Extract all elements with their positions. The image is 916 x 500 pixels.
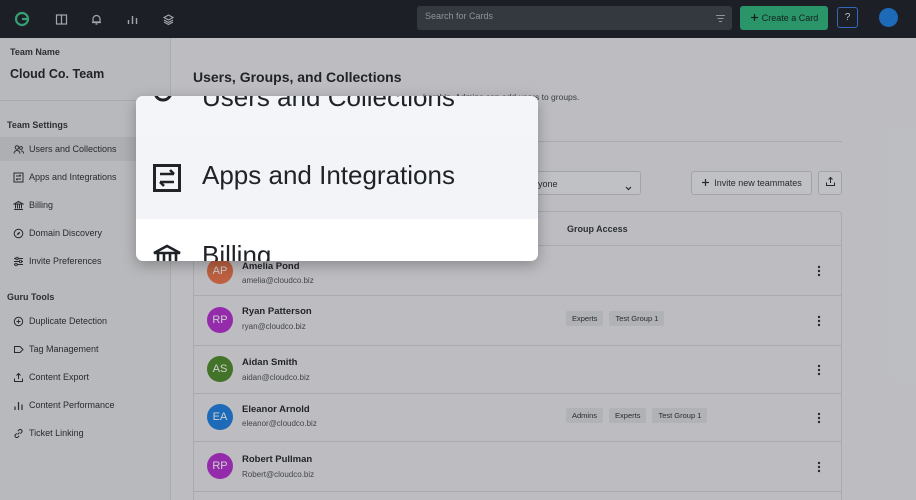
zoom-label-users: Users and Collections [202, 96, 455, 112]
integrations-icon [152, 163, 182, 198]
zoom-label-billing: Billing [202, 240, 272, 261]
zoom-row-apps[interactable]: Apps and Integrations [136, 142, 538, 219]
users-icon [152, 96, 186, 113]
zoom-callout: Users and Collections Apps and Integrati… [136, 96, 538, 261]
zoom-row-users[interactable]: Users and Collections [136, 96, 538, 142]
zoom-label-apps: Apps and Integrations [202, 160, 455, 190]
bank-icon [152, 244, 182, 261]
